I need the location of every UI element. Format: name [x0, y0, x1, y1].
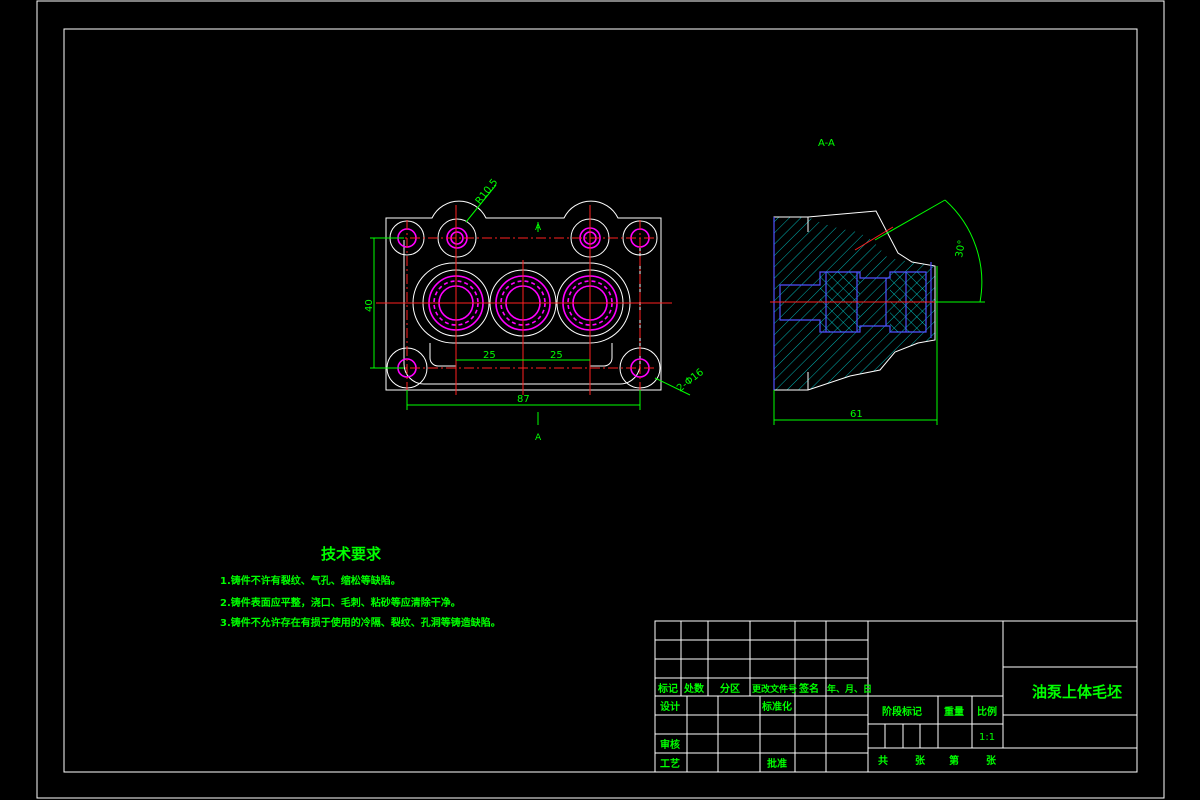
- dim-spacing-left: 25: [483, 350, 496, 361]
- tb-col-zone: 分区: [720, 682, 740, 695]
- tb-total-label: 共: [878, 754, 888, 767]
- tb-row-standard: 标准化: [761, 700, 792, 713]
- tb-page-label: 第: [949, 754, 959, 767]
- tb-col-count: 处数: [683, 682, 705, 695]
- tb-row-process: 工艺: [660, 757, 680, 770]
- tb-col-date: 年、月、日: [827, 683, 872, 695]
- tech-item-1: 1.铸件不许有裂纹、气孔、缩松等缺陷。: [220, 574, 401, 587]
- technical-requirements: 技术要求 1.铸件不许有裂纹、气孔、缩松等缺陷。 2.铸件表面应平整，浇口、毛刺…: [220, 545, 501, 629]
- tb-page-sheets-label: 张: [986, 754, 997, 767]
- outer-border: [36, 0, 1165, 799]
- tb-scale-value: 1:1: [979, 732, 995, 743]
- dim-angle: 30°: [954, 239, 968, 258]
- tb-weight: 重量: [944, 705, 964, 718]
- tb-sheets-label: 张: [915, 754, 926, 767]
- tb-row-design: 设计: [660, 700, 680, 713]
- tb-col-change-doc: 更改文件号: [752, 683, 797, 695]
- tech-heading: 技术要求: [321, 545, 382, 563]
- tb-col-signature: 签名: [798, 682, 819, 695]
- tech-item-3: 3.铸件不允许存在有损于使用的冷隔、裂纹、孔洞等铸造缺陷。: [220, 616, 501, 629]
- cad-drawing: A A R10.5 40 25 25 87 2-Φ16 A-A 30° 61 技…: [36, 0, 1165, 799]
- tech-item-2: 2.铸件表面应平整，浇口、毛刺、粘砂等应清除干净。: [220, 596, 461, 609]
- front-view: [370, 184, 691, 425]
- title-block-text: 标记 处数 分区 更改文件号 签名 年、月、日 设计 标准化 审核 工艺 批准 …: [657, 682, 1122, 770]
- section-mark-top: A: [535, 223, 542, 233]
- section-mark-bottom: A: [535, 433, 542, 443]
- dim-overall-width: 87: [517, 394, 530, 405]
- tb-col-mark: 标记: [657, 682, 678, 695]
- dim-spacing-right: 25: [550, 350, 563, 361]
- inner-frame: [63, 28, 1138, 773]
- dim-length: 61: [850, 409, 863, 420]
- tb-stage-mark: 阶段标记: [882, 705, 922, 718]
- tb-scale-label: 比例: [977, 705, 997, 718]
- dim-height: 40: [364, 299, 375, 312]
- dim-holes: 2-Φ16: [675, 367, 706, 394]
- section-title: A-A: [818, 138, 835, 149]
- dim-radius: R10.5: [474, 177, 501, 207]
- tb-row-review: 审核: [660, 738, 680, 751]
- tb-row-approve: 批准: [767, 757, 787, 770]
- tb-part-name: 油泵上体毛坯: [1032, 683, 1122, 701]
- section-view: [770, 199, 985, 425]
